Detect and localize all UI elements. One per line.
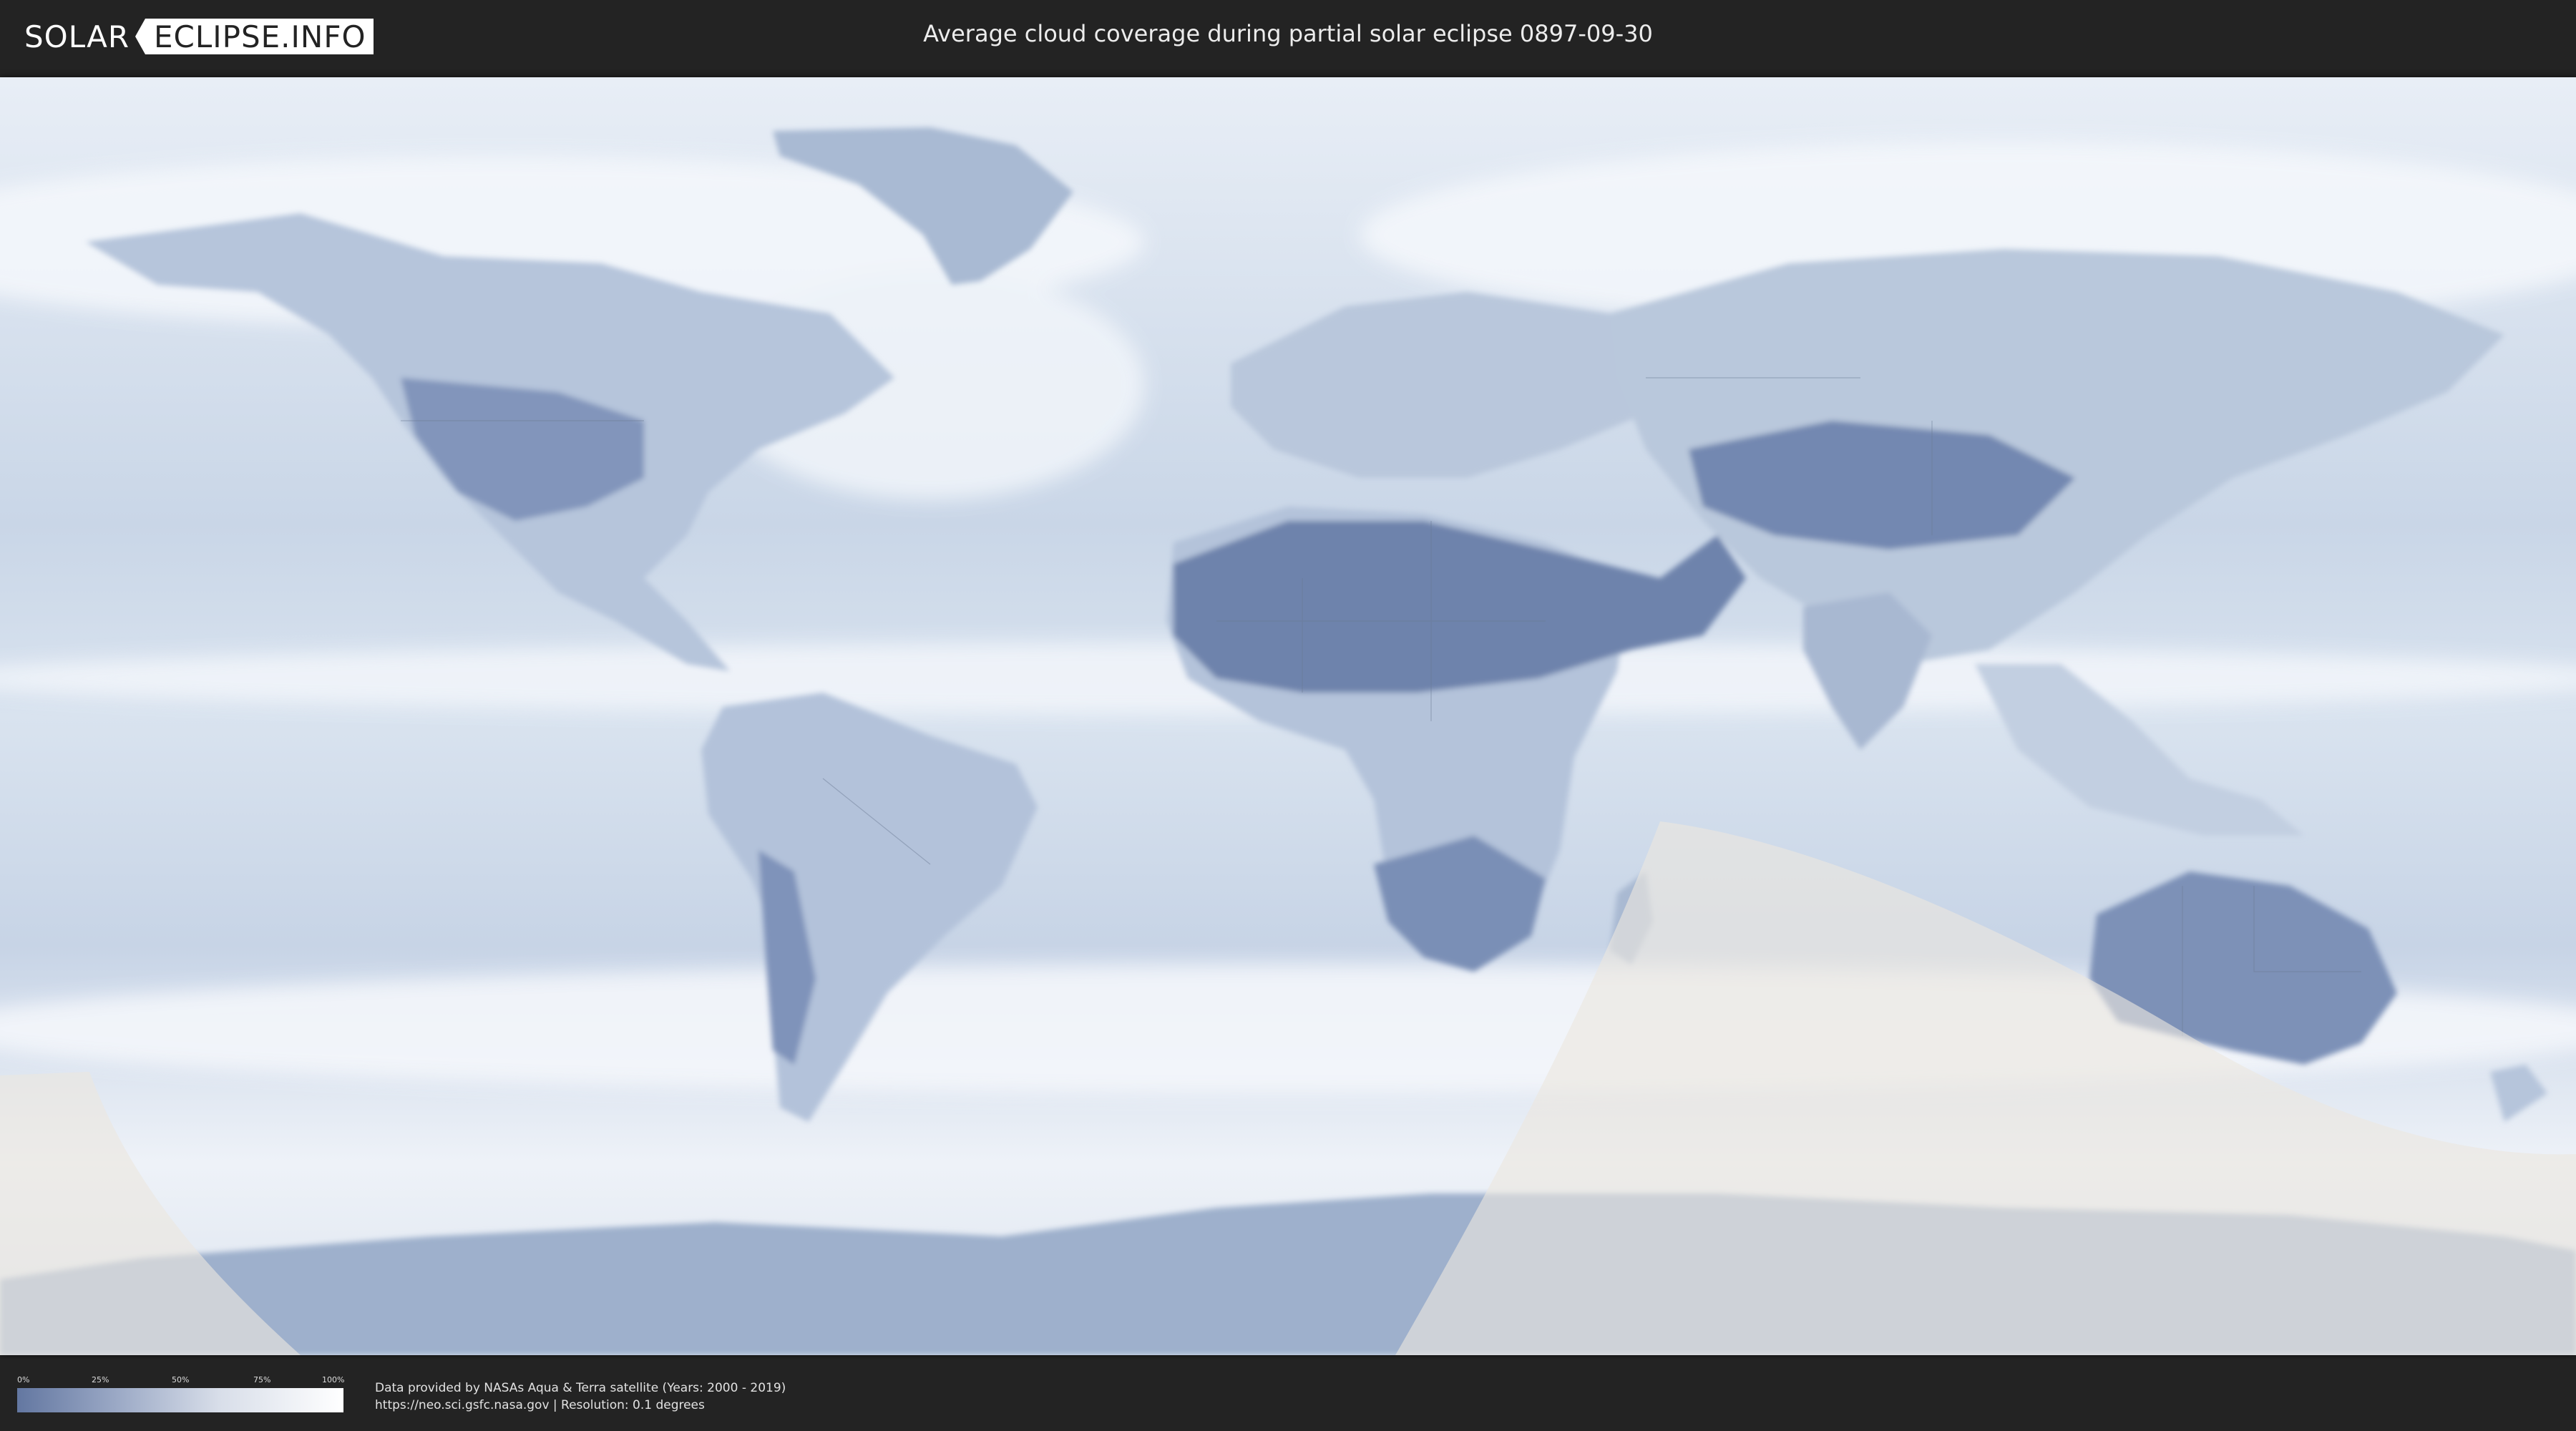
world-map-svg [0, 77, 2576, 1355]
data-credits: Data provided by NASAs Aqua & Terra sate… [375, 1379, 786, 1414]
legend-tick-0: 0% [17, 1375, 30, 1384]
credits-line-source: Data provided by NASAs Aqua & Terra sate… [375, 1381, 786, 1395]
legend-tick-100: 100% [322, 1375, 345, 1384]
legend-tick-50: 50% [172, 1375, 190, 1384]
page-title: Average cloud coverage during partial so… [923, 20, 1653, 47]
credits-line-resolution[interactable]: https://neo.sci.gsfc.nasa.gov | Resoluti… [375, 1397, 786, 1414]
legend-tick-75: 75% [253, 1375, 271, 1384]
legend-color-bar [17, 1388, 343, 1412]
legend-tick-25: 25% [92, 1375, 109, 1384]
legend-ticks: 0% 25% 50% 75% 100% [17, 1375, 345, 1387]
cloud-coverage-legend: 0% 25% 50% 75% 100% [17, 1375, 345, 1412]
cloud-coverage-map[interactable] [0, 77, 2576, 1355]
header-bar: SOLAR ECLIPSE.INFO Average cloud coverag… [0, 0, 2576, 72]
